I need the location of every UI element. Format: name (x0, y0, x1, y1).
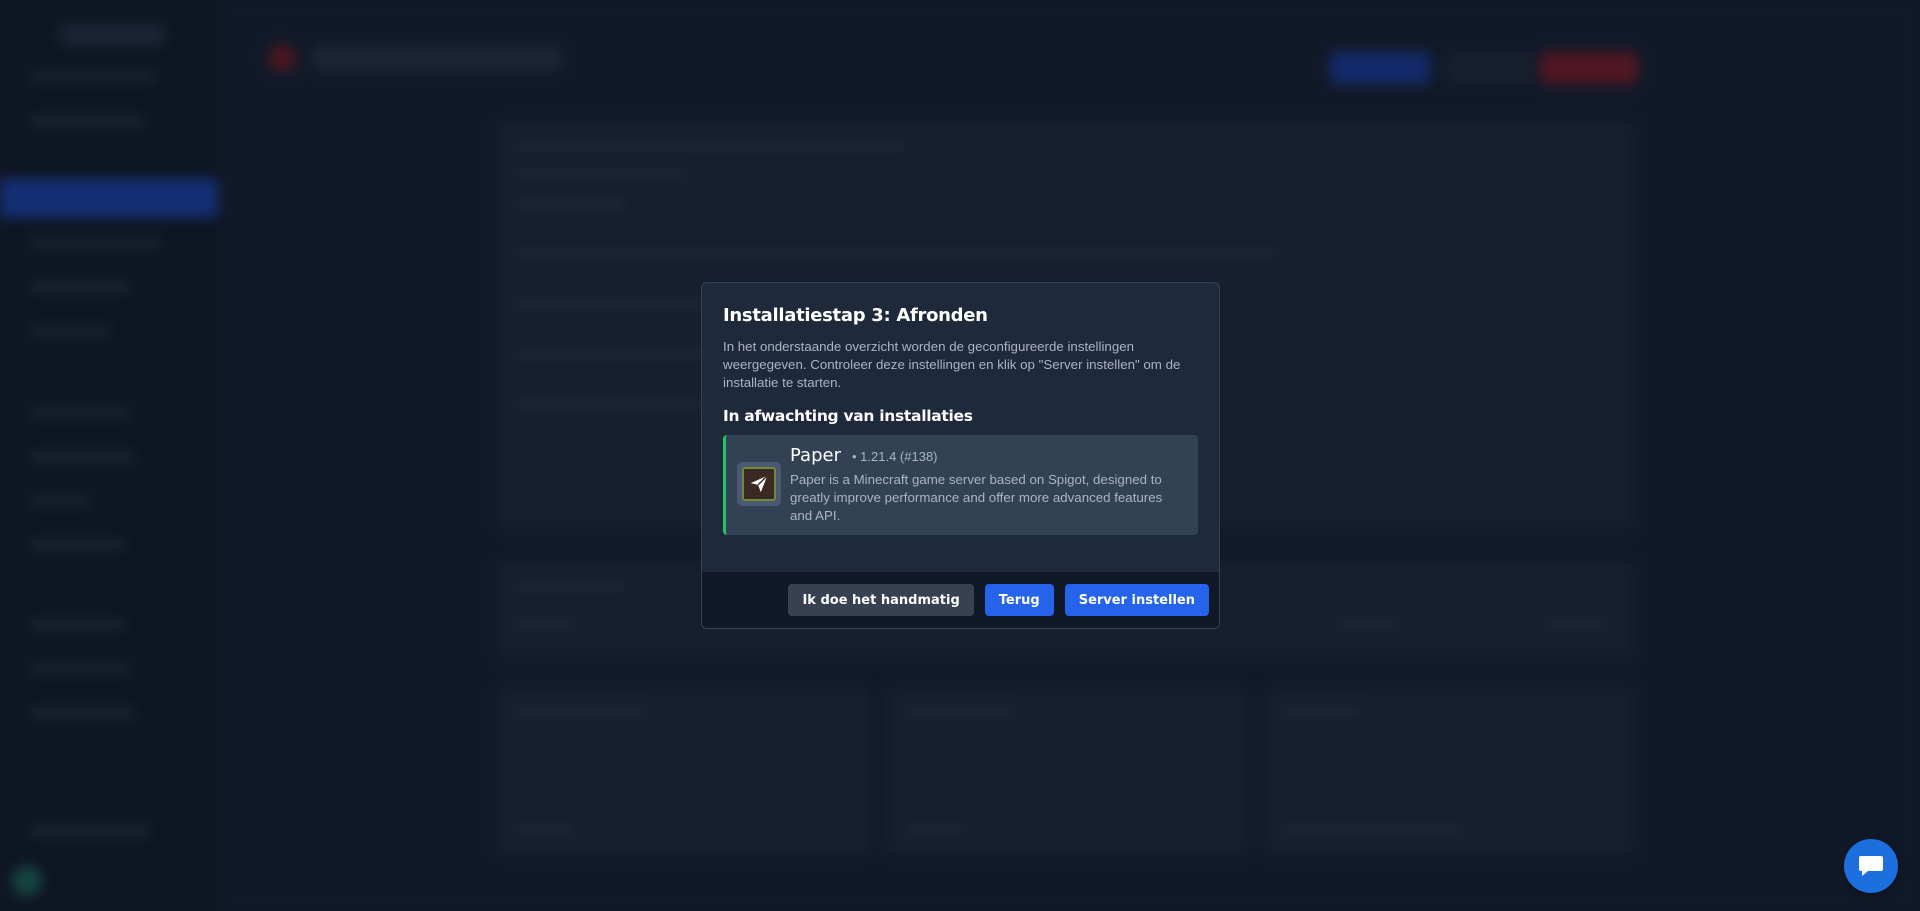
dialog-description: In het onderstaande overzicht worden de … (723, 339, 1181, 390)
package-description: Paper is a Minecraft game server based o… (790, 472, 1163, 523)
chat-button[interactable] (1844, 839, 1898, 893)
setup-server-button[interactable]: Server instellen (1064, 584, 1209, 616)
paper-plane-icon (737, 462, 781, 506)
dialog-footer: Ik doe het handmatig Terug Server instel… (702, 572, 1219, 628)
manual-button[interactable]: Ik doe het handmatig (788, 584, 974, 616)
package-card: Paper • 1.21.4 (#138) Paper is a Minecra… (723, 435, 1198, 535)
package-name: Paper (790, 445, 841, 466)
package-version: • 1.21.4 (#138) (852, 449, 938, 464)
dialog-title: Installatiestap 3: Afronden (723, 305, 988, 326)
install-finish-dialog: Installatiestap 3: Afronden In het onder… (701, 282, 1220, 629)
back-button[interactable]: Terug (984, 584, 1054, 616)
pending-installs-heading: In afwachting van installaties (723, 407, 973, 425)
chat-bubble-icon (1859, 856, 1883, 876)
